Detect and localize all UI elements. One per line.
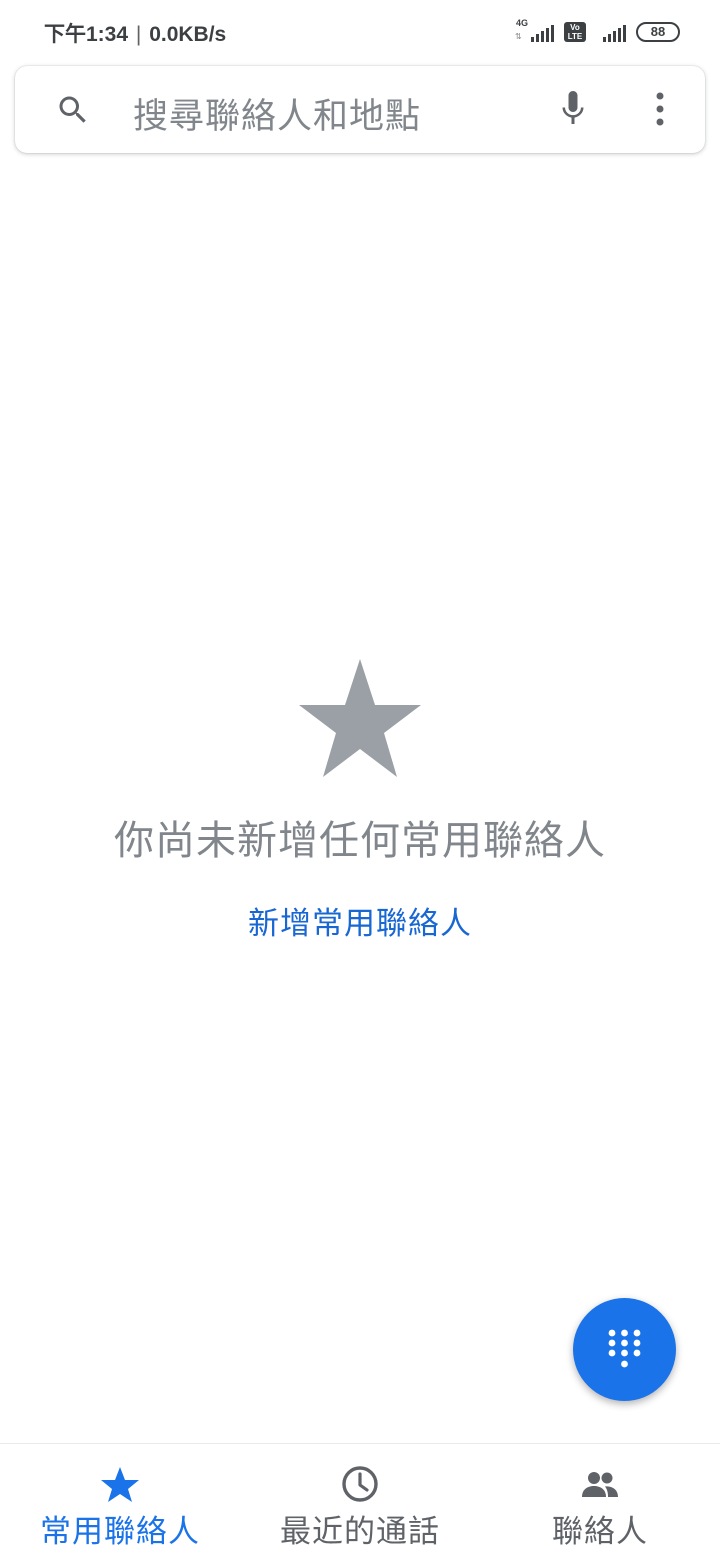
- status-separator: |: [135, 23, 142, 46]
- tab-recents-label: 最近的通話: [280, 1514, 440, 1550]
- search-bar[interactable]: 搜尋聯絡人和地點: [15, 66, 705, 153]
- tab-contacts-label: 聯絡人: [552, 1514, 648, 1550]
- dialpad-button[interactable]: [573, 1298, 676, 1401]
- data-arrows-icon: ⇅: [515, 32, 522, 41]
- star-icon: [299, 659, 421, 777]
- tab-favorites[interactable]: 常用聯絡人: [20, 1444, 220, 1560]
- search-icon[interactable]: [55, 92, 91, 128]
- people-icon: [582, 1472, 618, 1497]
- status-right: 4G ⇅ Vo LTE 88: [514, 18, 680, 44]
- empty-state-message: 你尚未新增任何常用聯絡人: [114, 818, 606, 864]
- volte-icon: Vo LTE: [564, 22, 586, 42]
- mic-icon[interactable]: [555, 88, 591, 130]
- status-time: 下午1:34: [44, 23, 129, 46]
- tab-favorites-label: 常用聯絡人: [40, 1514, 200, 1550]
- battery-icon: 88: [636, 22, 680, 42]
- search-input[interactable]: 搜尋聯絡人和地點: [133, 88, 421, 139]
- more-vert-icon[interactable]: [645, 90, 675, 130]
- dialpad-icon: [608, 1329, 641, 1368]
- volte-line1: Vo: [570, 23, 580, 32]
- clock-icon: [342, 1466, 378, 1502]
- tab-contacts[interactable]: 聯絡人: [500, 1444, 700, 1560]
- battery-level: 88: [650, 24, 666, 39]
- bottom-nav: 常用聯絡人 最近的通話 聯絡人: [0, 1443, 720, 1560]
- network-type-label: 4G: [516, 18, 529, 28]
- signal-icon: [596, 20, 626, 44]
- add-favorite-button[interactable]: 新增常用聯絡人: [0, 898, 720, 943]
- star-icon: [101, 1467, 139, 1502]
- tab-recents[interactable]: 最近的通話: [260, 1444, 460, 1560]
- status-bar: 下午1:34 | 0.0KB/s 4G ⇅ Vo LTE 88: [0, 0, 720, 64]
- status-left: 下午1:34 | 0.0KB/s: [44, 18, 226, 48]
- volte-line2: LTE: [567, 32, 583, 41]
- network-speed: 0.0KB/s: [149, 23, 227, 46]
- signal-4g-icon: 4G ⇅: [514, 18, 554, 44]
